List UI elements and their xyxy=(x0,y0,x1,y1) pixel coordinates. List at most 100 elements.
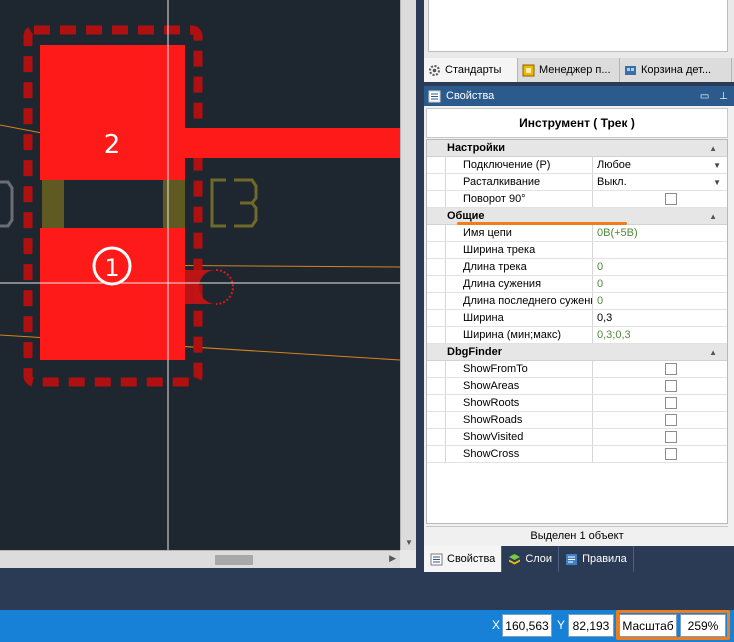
property-value: 0,3;0,3 xyxy=(597,329,631,341)
horizontal-scroll-thumb[interactable] xyxy=(215,555,253,565)
track-width-field[interactable] xyxy=(593,242,727,258)
property-row-last-neck-length[interactable]: Длина последнего сужения 0 xyxy=(427,293,727,310)
tab-parts-cart[interactable]: Корзина дет... xyxy=(620,58,732,82)
pcb-canvas[interactable]: 2 1 xyxy=(0,0,400,550)
property-row-showcross[interactable]: ShowCross xyxy=(427,446,727,463)
tab-label: Свойства xyxy=(447,553,496,565)
gear-icon xyxy=(429,64,440,76)
property-row-track-width[interactable]: Ширина трека xyxy=(427,242,727,259)
width-field[interactable]: 0,3 xyxy=(593,310,727,326)
property-value: 0 xyxy=(597,261,604,273)
property-row-showfromto[interactable]: ShowFromTo xyxy=(427,361,727,378)
property-value: Выкл. xyxy=(597,176,627,188)
property-row-showvisited[interactable]: ShowVisited xyxy=(427,429,727,446)
zoom-highlight-box xyxy=(616,610,730,640)
showvisited-checkbox[interactable] xyxy=(665,431,677,443)
y-coordinate-value: 82,193 xyxy=(568,614,614,637)
showroads-checkbox[interactable] xyxy=(665,414,677,426)
pin-icon[interactable]: ⊥ xyxy=(719,91,728,102)
track-preview-edge xyxy=(215,269,234,305)
properties-title: Свойства xyxy=(446,90,495,102)
property-row-net-name[interactable]: Имя цепи 0B(+5B) xyxy=(427,225,727,242)
connection-dropdown[interactable]: Любое ▼ xyxy=(593,157,727,173)
property-value: 0 xyxy=(597,278,604,290)
tab-component-manager[interactable]: Менеджер п... xyxy=(518,58,620,82)
scroll-corner xyxy=(400,550,416,568)
component-body xyxy=(163,178,185,228)
showcross-checkbox[interactable] xyxy=(665,448,677,460)
tab-properties[interactable]: Свойства xyxy=(424,546,503,572)
x-coordinate-value: 160,563 xyxy=(502,614,552,637)
property-label: Длина последнего сужения xyxy=(445,293,593,309)
property-grid[interactable]: Настройки ▲ Подключение (P) Любое ▼ Раст… xyxy=(426,139,728,524)
pad-label-1: 1 xyxy=(104,254,119,282)
property-label: Подключение (P) xyxy=(445,157,593,173)
tab-label: Правила xyxy=(582,553,627,565)
property-label: ShowRoads xyxy=(445,412,593,428)
component-manager-icon xyxy=(522,64,535,76)
property-label: ShowRoots xyxy=(445,395,593,411)
standards-panel xyxy=(424,0,734,58)
chevron-down-icon[interactable]: ▼ xyxy=(713,161,721,170)
tab-label: Стандарты xyxy=(445,64,502,76)
property-row-showareas[interactable]: ShowAreas xyxy=(427,378,727,395)
rotate90-checkbox[interactable] xyxy=(665,193,677,205)
property-label: ShowVisited xyxy=(445,429,593,445)
category-dbgfinder[interactable]: DbgFinder ▲ xyxy=(427,344,727,361)
panel-splitter[interactable] xyxy=(416,0,424,575)
minimize-icon[interactable]: ▭ xyxy=(700,91,709,102)
tab-label: Корзина дет... xyxy=(641,64,712,76)
property-label: Расталкивание xyxy=(445,174,593,190)
property-label: Имя цепи xyxy=(445,225,593,241)
tab-label: Слои xyxy=(525,553,553,565)
properties-icon xyxy=(430,553,443,565)
collapse-icon[interactable]: ▲ xyxy=(709,144,717,153)
copper-track xyxy=(185,128,400,158)
component-body xyxy=(42,178,64,228)
showareas-checkbox[interactable] xyxy=(665,380,677,392)
property-row-width-min-max[interactable]: Ширина (мин;макс) 0,3;0,3 xyxy=(427,327,727,344)
highlight-underline xyxy=(457,222,627,225)
silkscreen-label-c3 xyxy=(210,178,258,228)
properties-icon xyxy=(428,90,441,102)
property-row-push[interactable]: Расталкивание Выкл. ▼ xyxy=(427,174,727,191)
collapse-icon[interactable]: ▲ xyxy=(709,348,717,357)
property-label: Поворот 90° xyxy=(445,191,593,207)
property-row-track-length[interactable]: Длина трека 0 xyxy=(427,259,727,276)
y-coordinate-label: Y xyxy=(557,618,566,632)
property-label: Ширина (мин;макс) xyxy=(445,327,593,343)
category-label: DbgFinder xyxy=(447,346,502,358)
property-label: Ширина трека xyxy=(445,242,593,258)
push-dropdown[interactable]: Выкл. ▼ xyxy=(593,174,727,190)
property-label: ShowFromTo xyxy=(445,361,593,377)
cart-icon xyxy=(625,65,636,75)
property-row-neck-length[interactable]: Длина сужения 0 xyxy=(427,276,727,293)
property-label: Длина сужения xyxy=(445,276,593,292)
tab-standards[interactable]: Стандарты xyxy=(424,58,518,82)
showfromto-checkbox[interactable] xyxy=(665,363,677,375)
properties-panel: Свойства ▭ ⊥ Инструмент ( Трек ) Настрой… xyxy=(424,86,734,546)
collapse-icon[interactable]: ▲ xyxy=(709,212,717,221)
scroll-right-icon[interactable]: ▶ xyxy=(389,553,396,564)
horizontal-scrollbar[interactable]: ▶ xyxy=(0,550,400,568)
vertical-scrollbar[interactable]: ▼ xyxy=(400,0,416,550)
property-row-connection[interactable]: Подключение (P) Любое ▼ xyxy=(427,157,727,174)
property-row-showroots[interactable]: ShowRoots xyxy=(427,395,727,412)
property-value: 0 xyxy=(597,295,604,307)
property-row-width[interactable]: Ширина 0,3 xyxy=(427,310,727,327)
showroots-checkbox[interactable] xyxy=(665,397,677,409)
property-row-showroads[interactable]: ShowRoads xyxy=(427,412,727,429)
pcb-drawing[interactable]: 2 1 xyxy=(0,0,400,550)
rules-icon xyxy=(566,553,578,565)
top-tab-strip: Стандарты Менеджер п... Корзина дет... xyxy=(424,58,734,82)
chevron-down-icon[interactable]: ▼ xyxy=(713,178,721,187)
scroll-down-icon[interactable]: ▼ xyxy=(401,536,417,550)
tab-layers[interactable]: Слои xyxy=(502,546,560,572)
property-row-rotate90[interactable]: Поворот 90° xyxy=(427,191,727,208)
tab-rules[interactable]: Правила xyxy=(559,546,634,572)
tab-label: Менеджер п... xyxy=(539,64,611,76)
standards-list[interactable] xyxy=(428,0,728,52)
tool-title: Инструмент ( Трек ) xyxy=(426,108,728,138)
layers-icon xyxy=(509,553,521,564)
category-settings[interactable]: Настройки ▲ xyxy=(427,140,727,157)
